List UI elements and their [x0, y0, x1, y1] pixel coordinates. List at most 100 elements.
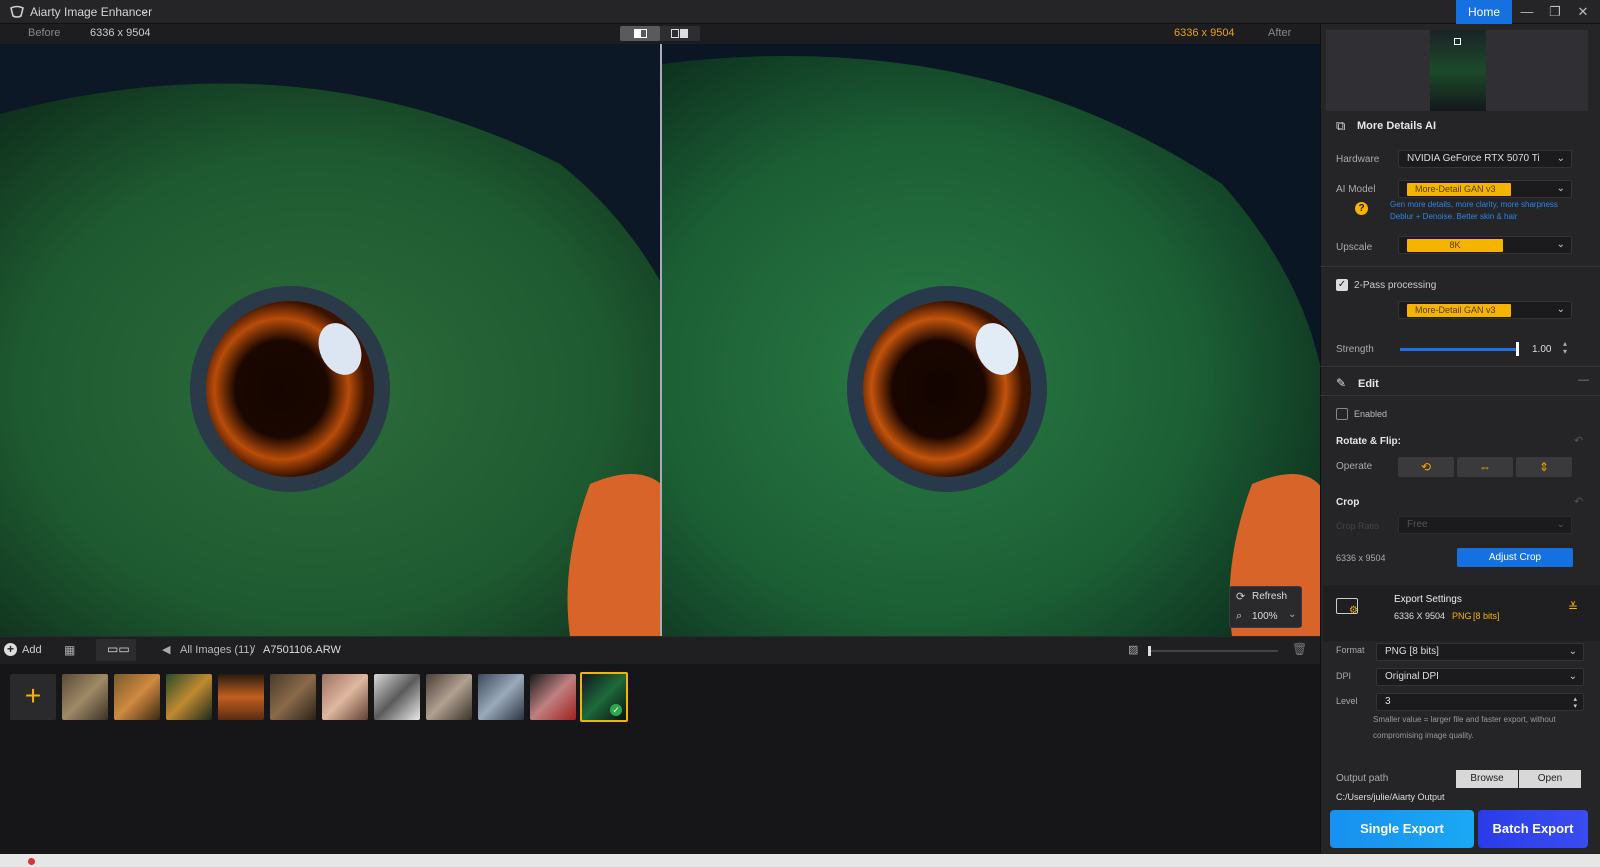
strip-view-button[interactable]: ▭▭	[96, 639, 136, 661]
export-title: Export Settings	[1394, 594, 1462, 605]
upscale-select[interactable]: 8K ⌄	[1398, 236, 1572, 254]
two-pass-model-value: More-Detail GAN v3	[1407, 304, 1511, 317]
grid-view-icon[interactable]: ▦	[64, 643, 75, 657]
thumbnail[interactable]	[166, 674, 212, 720]
edit-title: Edit	[1358, 378, 1379, 390]
before-label: Before	[28, 27, 61, 39]
strength-slider[interactable]	[1400, 348, 1518, 351]
split-view-button[interactable]	[620, 26, 660, 41]
chevron-down-icon[interactable]: ⌄	[1288, 609, 1296, 620]
crop-ratio-label: Crop Ratio	[1336, 521, 1380, 531]
level-input[interactable]: 3 ▴ ▾	[1376, 693, 1584, 711]
rotate-icon: ⟲	[1420, 460, 1432, 474]
level-value: 3	[1385, 696, 1391, 707]
breadcrumb-root[interactable]: All Images (11)	[180, 644, 253, 656]
zoom-value[interactable]: 100%	[1252, 611, 1278, 622]
two-pass-label: 2-Pass processing	[1354, 280, 1437, 291]
dpi-label: DPI	[1336, 671, 1352, 681]
help-icon[interactable]: ?	[1355, 202, 1368, 215]
thumbnail[interactable]	[426, 674, 472, 720]
chevron-down-icon: ⌄	[1556, 239, 1565, 250]
thumbnail-size-slider[interactable]	[1148, 646, 1278, 656]
refresh-icon[interactable]: ⟳	[1236, 590, 1245, 603]
before-size: 6336 x 9504	[90, 27, 151, 39]
minimize-icon[interactable]: —	[1514, 2, 1540, 22]
level-note-1: Smaller value = larger file and faster e…	[1373, 715, 1556, 724]
two-pass-model-select[interactable]: More-Detail GAN v3 ⌄	[1398, 301, 1572, 319]
strength-slider-handle[interactable]	[1516, 342, 1519, 356]
thumbnail[interactable]	[322, 674, 368, 720]
batch-export-button[interactable]: Batch Export	[1478, 810, 1588, 848]
chevron-down-icon[interactable]: ⌄	[140, 4, 149, 17]
rotate-title: Rotate & Flip:	[1336, 436, 1401, 447]
side-by-side-button[interactable]	[660, 26, 700, 41]
flip-vertical-button[interactable]: ⇕	[1516, 457, 1572, 477]
app-logo-icon	[10, 5, 24, 18]
section-title: More Details AI	[1357, 120, 1437, 132]
chevron-down-icon: ⌄	[1556, 304, 1565, 315]
image-list-bar: + Add ▦ ▭▭ ◀ All Images (11) / A7501106.…	[0, 636, 1320, 664]
status-indicator	[28, 858, 35, 865]
format-value: PNG [8 bits]	[1385, 646, 1439, 657]
browse-button[interactable]: Browse	[1456, 770, 1518, 788]
expand-icon[interactable]: ≚	[1568, 600, 1578, 614]
dpi-select[interactable]: Original DPI ⌄	[1376, 668, 1584, 686]
upscale-label: Upscale	[1336, 242, 1373, 253]
format-label: Format	[1336, 645, 1365, 655]
split-view-icon	[634, 29, 647, 38]
thumbnail[interactable]	[270, 674, 316, 720]
thumbnail[interactable]	[530, 674, 576, 720]
export-format: PNG	[1452, 611, 1472, 621]
crop-ratio-select[interactable]: Free ⌄	[1398, 516, 1572, 534]
flip-vertical-icon: ⇕	[1538, 460, 1550, 474]
export-settings-icon: ⚙	[1336, 598, 1358, 616]
edit-enabled-checkbox[interactable]	[1336, 408, 1348, 420]
open-button[interactable]: Open	[1519, 770, 1581, 788]
adjust-crop-button[interactable]: Adjust Crop	[1457, 548, 1573, 567]
two-pass-checkbox[interactable]: ✓	[1336, 279, 1348, 291]
rotate-button[interactable]: ⟲	[1398, 457, 1454, 477]
thumbnail[interactable]	[114, 674, 160, 720]
close-icon[interactable]: ✕	[1570, 2, 1596, 22]
edit-icon: ✎	[1336, 376, 1347, 390]
reset-icon[interactable]: ↶	[1574, 495, 1583, 508]
strength-value[interactable]: 1.00	[1532, 344, 1551, 355]
chevron-down-icon: ⌄	[1556, 519, 1565, 530]
refresh-button[interactable]: Refresh	[1252, 591, 1287, 602]
flip-horizontal-button[interactable]: ⇔	[1457, 457, 1513, 477]
hardware-select[interactable]: NVIDIA GeForce RTX 5070 Ti ⌄	[1398, 150, 1572, 168]
edit-enabled-label: Enabled	[1354, 409, 1388, 419]
navigator-viewport[interactable]	[1454, 38, 1461, 45]
zoom-control: ⟳ Refresh ⌕ 100% ⌄	[1229, 586, 1302, 628]
trash-icon[interactable]: 🗑	[1292, 642, 1307, 656]
strip-view-icon: ▭▭	[107, 642, 130, 656]
stepper-icon[interactable]: ▴ ▾	[1563, 340, 1567, 356]
collapse-icon[interactable]: —	[1578, 374, 1589, 386]
restore-icon[interactable]: ❐	[1542, 2, 1568, 22]
thumbnail[interactable]	[374, 674, 420, 720]
thumbnail[interactable]	[478, 674, 524, 720]
single-export-button[interactable]: Single Export	[1330, 810, 1474, 848]
hardware-label: Hardware	[1336, 154, 1380, 165]
slider-handle[interactable]	[1148, 646, 1151, 656]
navigator-preview[interactable]	[1326, 30, 1588, 111]
format-select[interactable]: PNG [8 bits] ⌄	[1376, 643, 1584, 661]
thumbnail[interactable]	[62, 674, 108, 720]
ai-model-select[interactable]: More-Detail GAN v3 ⌄	[1398, 180, 1572, 198]
image-size-icon: ▨	[1128, 644, 1139, 656]
thumbnail[interactable]	[218, 674, 264, 720]
thumbnail-selected[interactable]: ✓	[580, 672, 628, 722]
output-path-label: Output path	[1336, 773, 1389, 784]
level-label: Level	[1336, 696, 1358, 706]
output-path[interactable]: C:/Users/julie/Aiarty Output	[1336, 792, 1445, 802]
image-viewer[interactable]	[0, 44, 1320, 636]
add-icon[interactable]: +	[4, 643, 17, 656]
home-button[interactable]: Home	[1456, 0, 1512, 24]
back-arrow-icon[interactable]: ◀	[162, 643, 170, 656]
chevron-down-icon: ⌄	[1556, 153, 1565, 164]
compare-divider[interactable]	[660, 44, 662, 636]
add-image-button[interactable]: +	[10, 674, 56, 720]
chevron-down-icon: ⌄	[1568, 646, 1577, 657]
add-button[interactable]: Add	[22, 644, 42, 656]
reset-icon[interactable]: ↶	[1574, 434, 1583, 447]
